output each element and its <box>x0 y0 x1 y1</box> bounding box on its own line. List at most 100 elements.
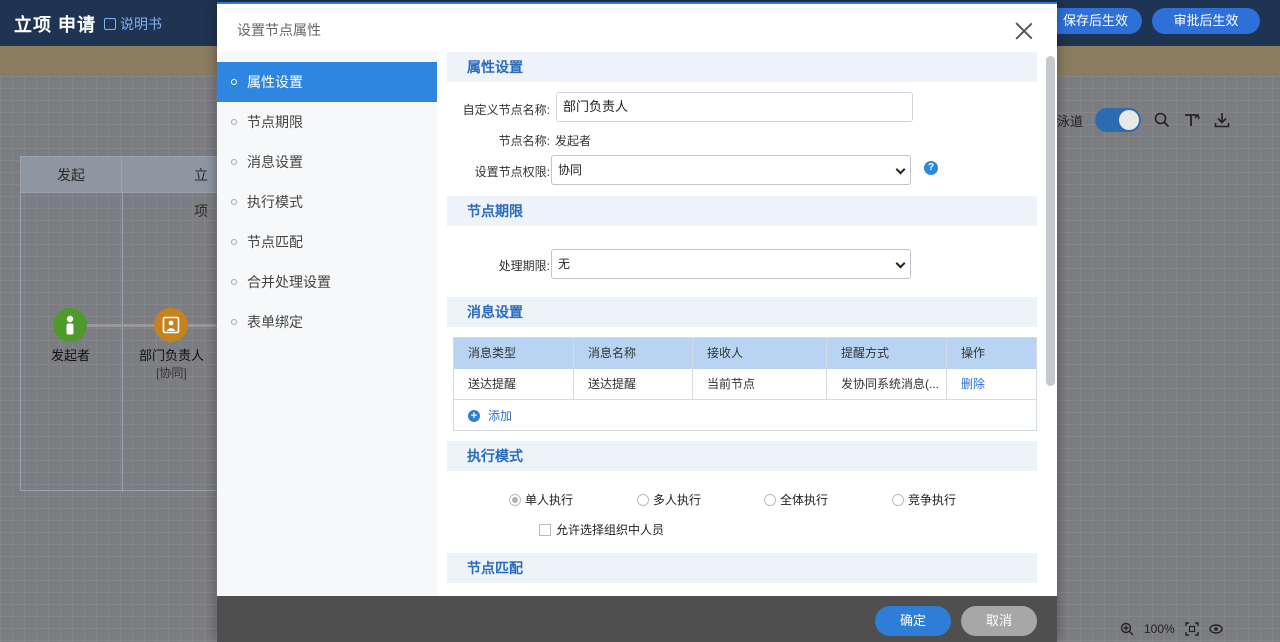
delete-link[interactable]: 删除 <box>947 369 1036 400</box>
section-title-execution: 执行模式 <box>447 441 1037 471</box>
allow-org-checkbox[interactable]: 允许选择组织中人员 <box>539 521 664 538</box>
node-name-value: 发起者 <box>555 134 592 148</box>
close-icon[interactable] <box>1013 20 1035 42</box>
dialog-side-nav: 属性设置 节点期限 消息设置 执行模式 节点匹配 合并处理设置 表单绑定 <box>217 52 437 596</box>
text-format-icon[interactable] <box>1183 111 1201 129</box>
nav-item-label: 节点期限 <box>247 114 303 130</box>
column-header: 操作 <box>961 346 986 360</box>
radio-label: 竞争执行 <box>908 493 957 507</box>
radio-all-exec[interactable]: 全体执行 <box>764 491 828 508</box>
search-icon[interactable] <box>1153 111 1171 129</box>
nav-item-merge[interactable]: 合并处理设置 <box>217 262 437 302</box>
section-title-messages: 消息设置 <box>447 297 1037 327</box>
dialog-footer: 确定 取消 <box>217 596 1057 642</box>
cancel-button[interactable]: 取消 <box>961 606 1037 636</box>
table-header-row: 消息类型 消息名称 接收人 提醒方式 操作 <box>454 338 1036 369</box>
node-sublabel: [协同] <box>156 366 187 380</box>
table-cell: 送达提醒 <box>574 369 693 400</box>
manual-link[interactable]: 说明书 <box>104 14 162 34</box>
radio-label: 全体执行 <box>780 493 829 507</box>
radio-multi-exec[interactable]: 多人执行 <box>637 491 701 508</box>
bullet-icon <box>231 319 237 325</box>
checkbox-label: 允许选择组织中人员 <box>556 523 665 537</box>
node-label: 部门负责人 <box>139 348 205 363</box>
dialog-content: 属性设置 自定义节点名称: 部门负责人 节点名称: 发起者 设置节点权限: 协同… <box>447 52 1037 596</box>
node-label: 发起者 <box>51 348 91 363</box>
nav-item-execution[interactable]: 执行模式 <box>217 182 437 222</box>
nav-item-form-binding[interactable]: 表单绑定 <box>217 302 437 342</box>
nav-item-label: 节点匹配 <box>247 234 303 250</box>
approve-button[interactable]: 审批后生效 <box>1152 8 1260 34</box>
radio-label: 多人执行 <box>653 493 702 507</box>
permission-select-value: 协同 <box>558 163 583 177</box>
custom-name-label: 自定义节点名称: <box>462 103 550 117</box>
preview-icon[interactable] <box>1209 622 1223 636</box>
swimlane-label: 泳道 <box>1057 113 1084 129</box>
radio-circle <box>764 493 776 506</box>
process-deadline-label: 处理期限: <box>498 259 550 273</box>
section-title-attributes: 属性设置 <box>447 52 1037 82</box>
help-icon[interactable]: ? <box>924 161 938 175</box>
radio-circle <box>892 493 904 506</box>
table-cell: 送达提醒 <box>454 369 574 400</box>
nav-item-label: 合并处理设置 <box>247 274 331 290</box>
nav-item-attributes[interactable]: 属性设置 <box>217 62 437 102</box>
bullet-icon <box>231 199 237 205</box>
flow-connector <box>188 324 218 327</box>
add-message-label: 添加 <box>488 409 513 423</box>
plus-circle-icon: + <box>468 409 480 422</box>
column-header: 接收人 <box>693 338 827 369</box>
fit-screen-icon[interactable] <box>1185 622 1199 636</box>
radio-circle <box>637 493 649 506</box>
section-title-matching: 节点匹配 <box>447 553 1037 583</box>
nav-item-messages[interactable]: 消息设置 <box>217 142 437 182</box>
lane-divider <box>122 193 123 492</box>
chevron-down-icon <box>895 164 906 175</box>
nav-item-label: 执行模式 <box>247 194 303 210</box>
dept-head-node[interactable] <box>154 308 188 342</box>
table-cell: 发协同系统消息(... <box>827 369 947 400</box>
radio-compete-exec[interactable]: 竞争执行 <box>892 491 956 508</box>
confirm-button[interactable]: 确定 <box>875 606 951 636</box>
bullet-icon <box>231 239 237 245</box>
node-name-label: 节点名称: <box>498 134 550 148</box>
chevron-down-icon <box>895 258 906 269</box>
bullet-icon <box>231 119 237 125</box>
zoom-bar: 100% <box>1120 622 1223 636</box>
custom-name-input[interactable]: 部门负责人 <box>556 92 913 122</box>
zoom-in-icon[interactable] <box>1120 622 1134 636</box>
document-icon <box>104 18 116 30</box>
id-card-icon <box>162 316 180 334</box>
nav-item-label: 消息设置 <box>247 154 303 170</box>
flow-connector <box>87 324 154 327</box>
process-deadline-value: 无 <box>558 257 571 271</box>
start-node[interactable] <box>53 308 87 342</box>
table-cell: 当前节点 <box>693 369 827 400</box>
app-title: 立项 申请 <box>14 15 97 35</box>
content-scrollbar[interactable] <box>1046 56 1055 386</box>
download-icon[interactable] <box>1213 111 1231 129</box>
table-row: 送达提醒 送达提醒 当前节点 发协同系统消息(... 删除 <box>454 369 1036 400</box>
dialog-title: 设置节点属性 <box>237 22 321 38</box>
bullet-icon <box>231 279 237 285</box>
dialog-header: 设置节点属性 <box>217 2 1057 52</box>
radio-single-exec[interactable]: 单人执行 <box>509 491 573 508</box>
add-message-button[interactable]: + 添加 <box>468 407 512 424</box>
permission-label: 设置节点权限: <box>474 165 550 179</box>
process-deadline-select[interactable]: 无 <box>551 249 911 279</box>
bullet-icon <box>231 159 237 165</box>
radio-label: 单人执行 <box>525 493 574 507</box>
nav-item-deadline[interactable]: 节点期限 <box>217 102 437 142</box>
person-icon <box>66 315 74 335</box>
canvas-toolbar: 泳道 <box>1057 108 1231 132</box>
lane-header: 发起 <box>21 157 122 193</box>
lane-header: 立项 <box>122 157 221 219</box>
swimlane-toggle[interactable] <box>1095 108 1142 132</box>
manual-link-label: 说明书 <box>120 16 162 32</box>
bullet-icon <box>231 79 237 85</box>
column-header: 消息类型 <box>454 338 574 369</box>
nav-item-matching[interactable]: 节点匹配 <box>217 222 437 262</box>
column-header: 提醒方式 <box>827 338 947 369</box>
zoom-level: 100% <box>1144 622 1175 636</box>
permission-select[interactable]: 协同 <box>551 155 911 185</box>
